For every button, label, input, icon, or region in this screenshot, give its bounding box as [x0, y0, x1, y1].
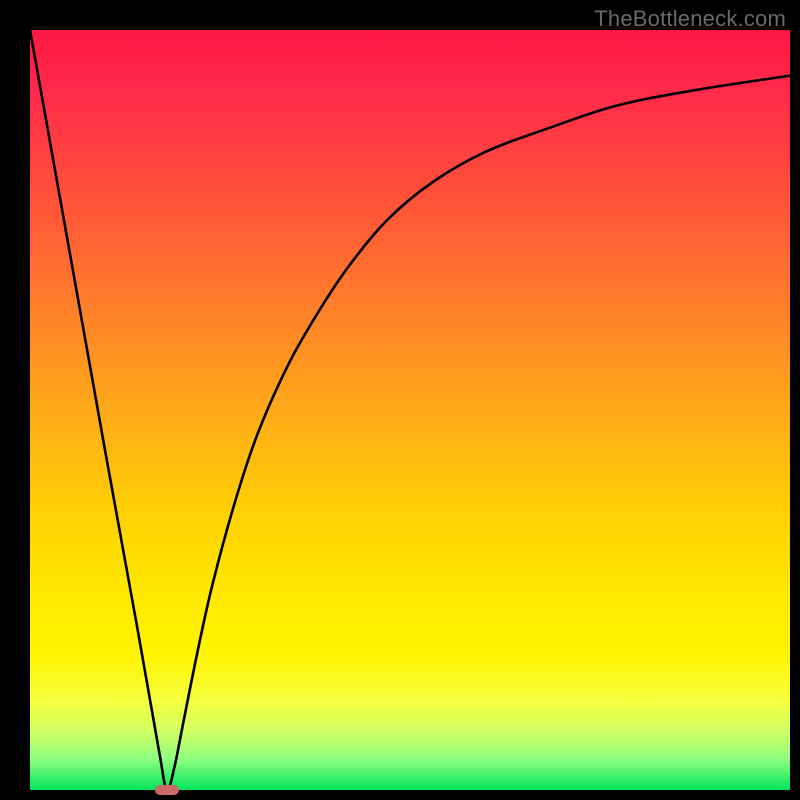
minimum-marker: [155, 785, 179, 795]
watermark-text: TheBottleneck.com: [594, 6, 786, 32]
plot-area: [30, 30, 790, 790]
chart-frame: TheBottleneck.com: [0, 0, 800, 800]
bottleneck-curve: [30, 30, 790, 790]
